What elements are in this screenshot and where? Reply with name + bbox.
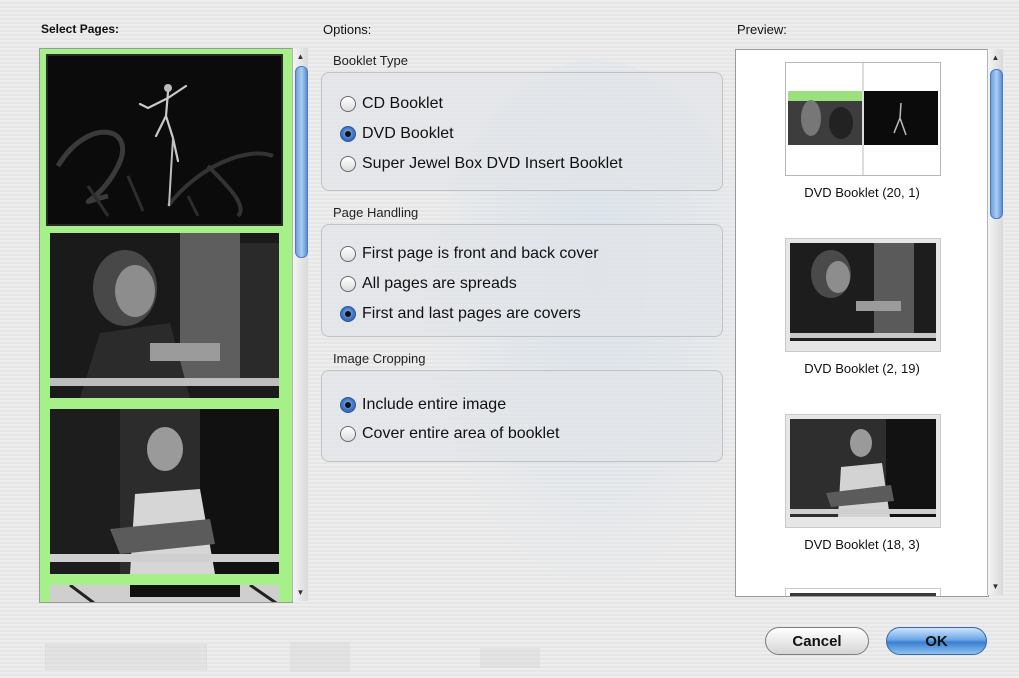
- radio-button[interactable]: [340, 276, 356, 292]
- spread-preview: [786, 415, 940, 527]
- radio-cover-entire-area[interactable]: Cover entire area of booklet: [340, 425, 559, 443]
- partial-page-photo: [50, 585, 279, 602]
- background-toolbar: [0, 638, 740, 678]
- radio-label: First and last pages are covers: [362, 305, 581, 322]
- radio-label: Super Jewel Box DVD Insert Booklet: [362, 155, 623, 172]
- guitarist-photo: [50, 409, 279, 574]
- radio-label: All pages are spreads: [362, 275, 517, 292]
- preview-scrollbar[interactable]: ▲ ▼: [987, 49, 1003, 595]
- dancer-illustration: [48, 56, 281, 224]
- page-thumbnail-cover[interactable]: [46, 54, 283, 226]
- preview-list[interactable]: DVD Booklet (20, 1) DVD Booklet (2, 19) …: [735, 49, 989, 597]
- radio-label: Cover entire area of booklet: [362, 425, 560, 442]
- page-thumbnail-2[interactable]: [50, 233, 279, 398]
- booklet-type-group: CD Booklet DVD Booklet Super Jewel Box D…: [321, 72, 723, 191]
- preview-caption-3: DVD Booklet (18, 3): [804, 537, 920, 552]
- spread-preview: [790, 593, 936, 596]
- preview-thumbnail-1: [785, 62, 941, 176]
- radio-super-jewel-box[interactable]: Super Jewel Box DVD Insert Booklet: [340, 155, 623, 173]
- preview-label: Preview:: [737, 22, 787, 37]
- page-thumbnail-4[interactable]: [50, 585, 279, 602]
- page-handling-group: First page is front and back cover All p…: [321, 224, 723, 337]
- pages-scrollbar-thumb[interactable]: [295, 66, 308, 258]
- radio-button[interactable]: [340, 426, 356, 442]
- page-handling-title: Page Handling: [333, 205, 419, 220]
- select-pages-list[interactable]: [39, 48, 293, 603]
- radio-include-entire-image[interactable]: Include entire image: [340, 396, 506, 414]
- image-cropping-title: Image Cropping: [333, 351, 426, 366]
- radio-label: DVD Booklet: [362, 125, 454, 142]
- select-pages-label: Select Pages:: [41, 22, 120, 36]
- preview-scrollbar-thumb[interactable]: [990, 69, 1003, 219]
- radio-cd-booklet[interactable]: CD Booklet: [340, 95, 443, 113]
- musician-photo: [50, 233, 279, 398]
- preview-thumbnail-2: [785, 238, 941, 352]
- radio-button[interactable]: [340, 246, 356, 262]
- spread-preview: [786, 63, 940, 175]
- image-cropping-group: Include entire image Cover entire area o…: [321, 370, 723, 462]
- radio-label: CD Booklet: [362, 95, 443, 112]
- radio-label: First page is front and back cover: [362, 245, 599, 262]
- radio-label: Include entire image: [362, 396, 507, 413]
- radio-all-spreads[interactable]: All pages are spreads: [340, 275, 517, 293]
- ok-button[interactable]: OK: [886, 627, 987, 655]
- scroll-up-arrow-icon[interactable]: ▲: [988, 51, 1003, 64]
- spread-preview: [786, 239, 940, 351]
- options-label: Options:: [323, 22, 372, 37]
- radio-button[interactable]: [340, 96, 356, 112]
- radio-button-selected[interactable]: [340, 126, 356, 142]
- radio-dvd-booklet[interactable]: DVD Booklet: [340, 125, 454, 143]
- preview-caption-2: DVD Booklet (2, 19): [804, 361, 920, 376]
- preview-caption-1: DVD Booklet (20, 1): [804, 185, 920, 200]
- page-thumbnail-3[interactable]: [50, 409, 279, 574]
- pages-scrollbar[interactable]: ▲ ▼: [292, 48, 308, 601]
- radio-first-page-cover[interactable]: First page is front and back cover: [340, 245, 599, 263]
- radio-button-selected[interactable]: [340, 306, 356, 322]
- radio-button-selected[interactable]: [340, 397, 356, 413]
- scroll-down-arrow-icon[interactable]: ▼: [988, 580, 1003, 593]
- preview-thumbnail-3: [785, 414, 941, 528]
- scroll-down-arrow-icon[interactable]: ▼: [293, 586, 308, 599]
- preview-thumbnail-4: [785, 588, 941, 596]
- booklet-type-title: Booklet Type: [333, 53, 408, 68]
- scroll-up-arrow-icon[interactable]: ▲: [293, 50, 308, 63]
- cancel-button[interactable]: Cancel: [765, 627, 869, 655]
- radio-button[interactable]: [340, 156, 356, 172]
- radio-first-last-covers[interactable]: First and last pages are covers: [340, 305, 581, 323]
